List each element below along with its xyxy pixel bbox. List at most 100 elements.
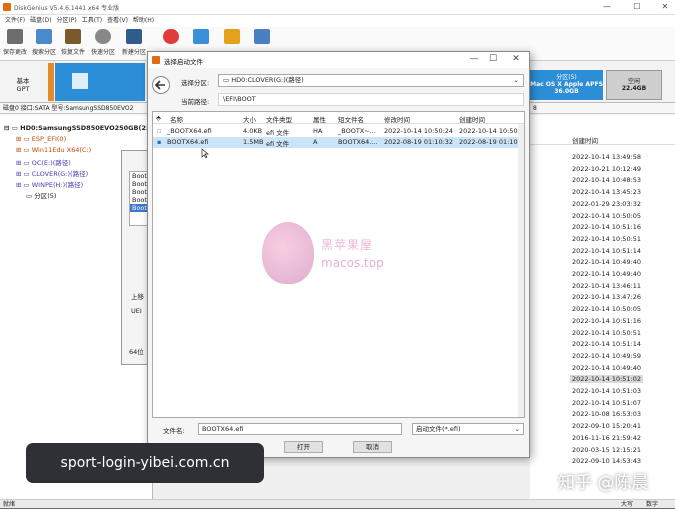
date-cell: 2022-09-10 14:53:43	[572, 457, 642, 466]
recover-icon	[65, 29, 81, 44]
date-cell: 2022-01-29 23:03:32	[572, 199, 642, 208]
date-cell: 2022-10-14 10:51:16	[572, 223, 642, 232]
filename-input[interactable]: BOOTX64.efi	[198, 423, 402, 435]
date-cell: 2022-10-14 10:50:05	[572, 211, 642, 220]
recover-files-button[interactable]: 恢复文件	[60, 29, 86, 56]
menu-view[interactable]: 查看(V)	[107, 15, 128, 27]
partition-label: 选择分区:	[181, 79, 210, 87]
puzzle-icon	[224, 29, 240, 44]
tree-item-oc[interactable]: ⊞ ▭ OC(E:)(路径)	[16, 157, 71, 167]
quick-partition-button[interactable]: 快速分区	[90, 29, 116, 56]
sort-icon: ⬘	[156, 114, 161, 122]
search-icon	[36, 29, 52, 44]
dialog-title-bar: 选择启动文件 — ☐ ✕	[148, 52, 529, 68]
dialog-minimize-icon[interactable]: —	[466, 54, 482, 64]
file-icon: ▪	[157, 138, 162, 146]
date-cell: 2022-10-14 13:45:23	[572, 188, 642, 197]
menu-partition[interactable]: 分区(P)	[56, 15, 76, 27]
lifebuoy-button[interactable]	[158, 29, 184, 44]
menu-disk[interactable]: 磁盘(D)	[30, 15, 51, 27]
dialog-maximize-icon[interactable]: ☐	[485, 54, 501, 64]
right-file-pane: 创建时间 2022-10-14 13:49:58 2022-10-21 10:12…	[530, 115, 675, 499]
partition-windows-block[interactable]	[55, 63, 145, 101]
dialog-app-icon	[152, 56, 160, 64]
file-icon: ▫	[157, 127, 162, 135]
trash-button[interactable]	[188, 29, 214, 44]
date-cell: 2022-10-14 10:51:03	[572, 387, 642, 395]
column-modified[interactable]: 修改时间	[384, 114, 410, 124]
uefi-label: UEI	[131, 307, 142, 315]
date-cell: 2022-10-14 10:48:53	[572, 176, 642, 185]
tree-item-partition5[interactable]: ▭ 分区(5)	[26, 190, 56, 200]
bit64-label: 64位	[129, 348, 144, 356]
file-row-selected[interactable]: ▪ BOOTX64.efi 1.5MB efi 文件 A BOOTX64....…	[153, 137, 524, 148]
drive-icon: ▭	[223, 76, 230, 84]
date-cell: 2022-10-14 10:49:40	[572, 363, 642, 372]
menu-help[interactable]: 帮助(H)	[133, 15, 154, 27]
menu-bar: 文件(F) 磁盘(D) 分区(P) 工具(T) 查看(V) 帮助(H)	[0, 15, 675, 27]
date-cell: 2022-10-14 10:51:16	[572, 316, 642, 325]
new-partition-icon	[126, 29, 142, 44]
status-bar: 就绪 大写 数字	[0, 499, 675, 508]
date-cell: 2016-11-16 21:59:42	[572, 433, 642, 442]
file-list-header: ⬘ 名称 大小 文件类型 属性 短文件名 修改时间 创建时间	[153, 112, 524, 124]
file-list-scrollbar[interactable]	[518, 124, 524, 417]
right-pane-header: 创建时间	[530, 133, 675, 145]
date-cell: 2022-10-08 16:53:03	[572, 410, 642, 419]
backup-button[interactable]	[219, 29, 245, 44]
tree-item-clover[interactable]: ⊞ ▭ CLOVER(G:)(路径)	[16, 168, 88, 178]
date-cell: 2022-10-14 10:50:51	[572, 234, 642, 243]
column-size[interactable]: 大小	[243, 114, 256, 124]
chevron-down-icon: ⌄	[513, 76, 519, 84]
tree-item-win11[interactable]: ⊞ ▭ Win11Edu X64(C:)	[16, 146, 91, 154]
menu-tools[interactable]: 工具(T)	[82, 15, 102, 27]
partition-select[interactable]: ▭ HD0:CLOVER(G:)(路径) ⌄	[218, 74, 524, 87]
column-created[interactable]: 创建时间	[459, 114, 485, 124]
column-short-name[interactable]: 短文件名	[338, 114, 364, 124]
menu-file[interactable]: 文件(F)	[5, 15, 25, 27]
date-cell: 2020-03-15 12:15:21	[572, 445, 642, 454]
minimize-icon[interactable]: —	[600, 2, 614, 11]
watermark-text-cn: 黑苹果屋	[321, 238, 374, 252]
open-button[interactable]: 打开	[284, 441, 323, 453]
maximize-icon[interactable]: ☐	[630, 2, 644, 11]
partition-esp-block[interactable]	[48, 63, 54, 101]
column-attr[interactable]: 属性	[313, 114, 326, 124]
new-partition-button[interactable]: 新建分区	[121, 29, 147, 56]
current-path-field: \EFI\BOOT	[218, 93, 524, 106]
windows-logo-icon	[72, 73, 88, 89]
search-partition-button[interactable]: 搜索分区	[31, 29, 57, 56]
dialog-title: 选择启动文件	[164, 58, 203, 66]
date-cell: 2022-10-14 10:49:59	[572, 351, 642, 360]
filename-label: 文件名:	[163, 427, 185, 435]
monitor-button[interactable]	[249, 29, 275, 44]
column-name[interactable]: 名称	[170, 114, 183, 124]
tree-item-disk[interactable]: ⊟ ▭ HD0:SamsungSSD850EVO250GB(23	[4, 124, 151, 132]
partition-apfs-block[interactable]: 分区(5) Mac OS X Apple APFS 36.0GB	[530, 70, 603, 100]
tree-item-esp[interactable]: ⊞ ▭ ESP_EFI(0)	[16, 135, 66, 143]
date-cell: 2022-10-14 13:47:26	[572, 293, 642, 302]
mouse-cursor-icon	[201, 148, 209, 159]
date-cell: 2022-10-14 10:51:14	[572, 340, 642, 349]
date-cell: 2022-10-21 10:12:49	[572, 164, 642, 173]
close-icon[interactable]: ✕	[658, 2, 672, 11]
date-cell: 2022-10-14 10:51:02	[570, 375, 644, 384]
cancel-button[interactable]: 取消	[353, 441, 392, 453]
domain-badge: sport-login-yibei.com.cn	[26, 443, 264, 483]
dialog-close-icon[interactable]: ✕	[508, 54, 524, 64]
back-button[interactable]	[152, 76, 170, 94]
date-cell: 2022-10-14 13:46:11	[572, 281, 642, 290]
tree-item-winpe[interactable]: ⊞ ▭ WINPE(H:)(路径)	[16, 179, 83, 189]
watermark-text-url: macos.top	[321, 256, 384, 270]
column-type[interactable]: 文件类型	[266, 114, 292, 124]
save-icon	[7, 29, 23, 44]
save-changes-button[interactable]: 保存更改	[2, 29, 28, 56]
move-up-label[interactable]: 上移	[131, 291, 144, 301]
file-row[interactable]: ▫ _BOOTX64.efi 4.0KB efi 文件 HA _BOOTX~..…	[153, 126, 524, 137]
monitor-icon	[254, 29, 270, 44]
filetype-select[interactable]: 启动文件(*.efi) ⌄	[412, 423, 524, 435]
free-space-block[interactable]: 空闲 22.4GB	[606, 70, 662, 100]
zhihu-credit: 知乎 @陈晨	[558, 473, 649, 493]
chevron-down-icon: ⌄	[514, 425, 520, 433]
watermark-apple-logo	[262, 222, 314, 284]
